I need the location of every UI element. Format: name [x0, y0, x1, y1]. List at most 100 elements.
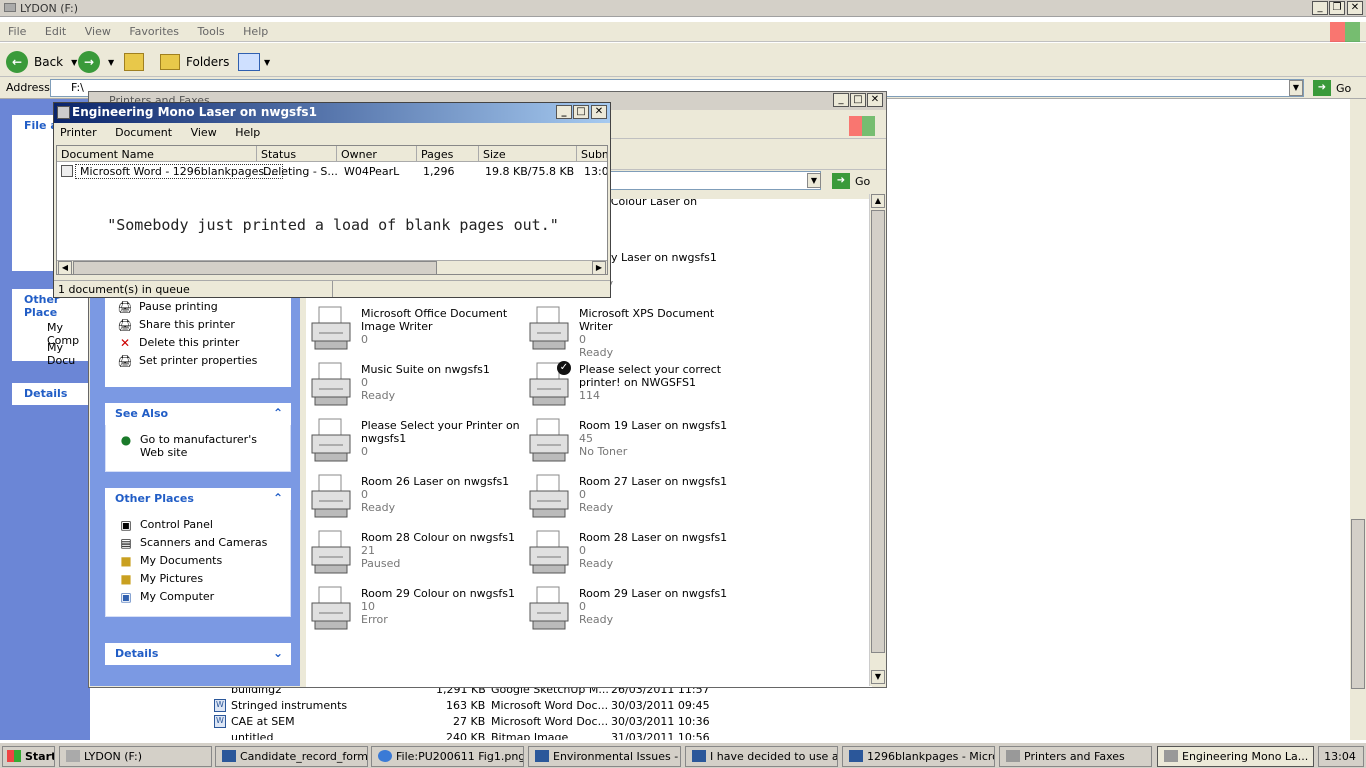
details-header[interactable]: Details ⌄ [105, 643, 291, 665]
share-printer-icon: 🖨 [117, 318, 133, 332]
restore-button[interactable]: ❐ [1329, 1, 1345, 15]
printer-item[interactable]: Room 19 Laser on nwgsfs1 45 No Toner [527, 417, 737, 469]
printers-address-input[interactable] [609, 171, 821, 190]
minimize-button[interactable]: _ [556, 105, 572, 119]
menu-tools[interactable]: Tools [198, 25, 225, 38]
up-folder-button[interactable] [124, 49, 144, 75]
forward-button[interactable]: → ▼ [78, 49, 114, 75]
chevron-down-icon: ▼ [264, 57, 271, 67]
back-label: Back [34, 55, 64, 69]
taskbar: Start LYDON (F:) Candidate_record_form..… [0, 742, 1366, 768]
delete-printer-link[interactable]: ✕ Delete this printer [117, 336, 291, 350]
printers-address-dropdown[interactable]: ▼ [807, 173, 821, 188]
printer-count: 0 [579, 544, 586, 557]
printer-icon [309, 305, 353, 353]
address-dropdown[interactable]: ▼ [1289, 80, 1303, 96]
printer-item[interactable]: Room 26 Laser on nwgsfs1 0 Ready [309, 473, 519, 525]
word-icon [535, 750, 549, 762]
start-button[interactable]: Start [2, 746, 55, 767]
printers-scrollbar[interactable]: ▲ ▼ [869, 194, 885, 686]
my-computer-link[interactable]: ▣ My Computer [118, 590, 290, 604]
taskbar-item-ie-file[interactable]: File:PU200611 Fig1.png... [371, 746, 524, 767]
pause-printing-link[interactable]: 🖨 Pause printing [117, 300, 291, 314]
printer-item[interactable]: Microsoft XPS Document Writer 0 Ready [527, 305, 737, 359]
taskbar-item-environmental[interactable]: Environmental Issues - ... [528, 746, 681, 767]
close-button[interactable]: ✕ [1347, 1, 1363, 15]
maximize-button[interactable]: □ [573, 105, 589, 119]
printer-count: 21 [361, 544, 375, 557]
close-button[interactable]: ✕ [867, 93, 883, 107]
printer-item[interactable]: Please Select your Printer on nwgsfs1 0 [309, 417, 520, 469]
printer-item[interactable]: Microsoft Office Document Image Writer 0 [309, 305, 519, 357]
column-submitted[interactable]: Subm [577, 146, 607, 162]
menu-favorites[interactable]: Favorites [129, 25, 179, 38]
share-printer-link[interactable]: 🖨 Share this printer [117, 318, 291, 332]
printer-name: Room 27 Laser on nwgsfs1 [579, 475, 728, 488]
printer-item[interactable]: Room 29 Laser on nwgsfs1 0 Ready [527, 585, 737, 637]
close-button[interactable]: ✕ [591, 105, 607, 119]
scroll-thumb[interactable] [1351, 519, 1365, 689]
queue-hscrollbar[interactable]: ◀ ▶ [57, 260, 607, 274]
maximize-button[interactable]: □ [850, 93, 866, 107]
menu-file[interactable]: File [8, 25, 26, 38]
taskbar-item-printers[interactable]: Printers and Faxes [999, 746, 1152, 767]
menu-document[interactable]: Document [115, 126, 172, 139]
my-pictures-link[interactable]: ■ My Pictures [118, 572, 290, 586]
go-arrow-icon[interactable]: ➜ [1313, 80, 1331, 96]
menu-help[interactable]: Help [235, 126, 260, 139]
printer-item[interactable]: ✓ Please select your correct printer! on … [527, 361, 737, 413]
scroll-right-icon[interactable]: ▶ [592, 261, 606, 274]
file-row[interactable]: W CAE at SEM 27 KB Microsoft Word Doc...… [214, 714, 734, 730]
menu-view[interactable]: View [191, 126, 217, 139]
control-panel-link[interactable]: ▣ Control Panel [118, 518, 290, 532]
go-arrow-icon[interactable]: ➜ [832, 173, 850, 189]
scroll-down-icon[interactable]: ▼ [871, 670, 885, 684]
column-status[interactable]: Status [257, 146, 337, 162]
menu-edit[interactable]: Edit [45, 25, 66, 38]
column-document-name[interactable]: Document Name [57, 146, 257, 162]
queue-row[interactable]: Microsoft Word - 1296blankpages.... Dele… [57, 164, 607, 180]
minimize-button[interactable]: _ [1312, 1, 1328, 15]
taskbar-item-decided[interactable]: I have decided to use a... [685, 746, 838, 767]
explorer-title-bar: LYDON (F:) _ ❐ ✕ [0, 0, 1366, 17]
column-size[interactable]: Size [479, 146, 577, 162]
column-pages[interactable]: Pages [417, 146, 479, 162]
manufacturer-web-link[interactable]: ● Go to manufacturer's Web site [118, 433, 290, 459]
my-documents-link[interactable]: My Docu [47, 341, 90, 367]
printer-item[interactable]: Music Suite on nwgsfs1 0 Ready [309, 361, 519, 413]
printer-item[interactable]: Room 29 Colour on nwgsfs1 10 Error [309, 585, 519, 637]
printer-item[interactable]: Room 28 Colour on nwgsfs1 21 Paused [309, 529, 519, 581]
printer-item[interactable]: Room 27 Laser on nwgsfs1 0 Ready [527, 473, 737, 525]
scroll-thumb[interactable] [73, 261, 437, 274]
scroll-left-icon[interactable]: ◀ [58, 261, 72, 274]
my-documents-link[interactable]: ■ My Documents [118, 554, 290, 568]
queue-title: Engineering Mono Laser on nwgsfs1 [72, 105, 317, 119]
printers-go-label[interactable]: Go [855, 175, 870, 188]
other-places-panel: Other Place My Comp My Docu [12, 289, 90, 367]
menu-view[interactable]: View [85, 25, 111, 38]
taskbar-item-print-queue[interactable]: Engineering Mono La... [1157, 746, 1314, 767]
taskbar-item-explorer[interactable]: LYDON (F:) [59, 746, 212, 767]
taskbar-item-blankpages[interactable]: 1296blankpages - Micro... [842, 746, 995, 767]
menu-printer[interactable]: Printer [60, 126, 97, 139]
see-also-header[interactable]: See Also ⌃ [105, 403, 291, 425]
printer-item[interactable]: Room 28 Laser on nwgsfs1 0 Ready [527, 529, 737, 581]
scroll-thumb[interactable] [871, 210, 885, 653]
scanners-cameras-link[interactable]: ▤ Scanners and Cameras [118, 536, 290, 550]
file-row[interactable]: W Stringed instruments 163 KB Microsoft … [214, 698, 734, 714]
back-button[interactable]: ← Back ▼ [6, 49, 77, 75]
file-row[interactable]: untitled 240 KB Bitmap Image 31/03/2011 … [214, 730, 734, 740]
printer-properties-link[interactable]: 🖨 Set printer properties [117, 354, 291, 368]
folders-button[interactable]: Folders [160, 49, 229, 75]
printer-name: Music Suite on nwgsfs1 [361, 363, 490, 376]
menu-help[interactable]: Help [243, 25, 268, 38]
explorer-scrollbar[interactable] [1350, 99, 1366, 740]
go-label[interactable]: Go [1336, 82, 1351, 95]
taskbar-item-candidate-form[interactable]: Candidate_record_form... [215, 746, 368, 767]
printer-icon [527, 585, 571, 633]
scroll-up-icon[interactable]: ▲ [871, 194, 885, 208]
other-places-header[interactable]: Other Places ⌃ [105, 488, 291, 510]
minimize-button[interactable]: _ [833, 93, 849, 107]
column-owner[interactable]: Owner [337, 146, 417, 162]
views-button[interactable]: ▼ [238, 49, 270, 75]
